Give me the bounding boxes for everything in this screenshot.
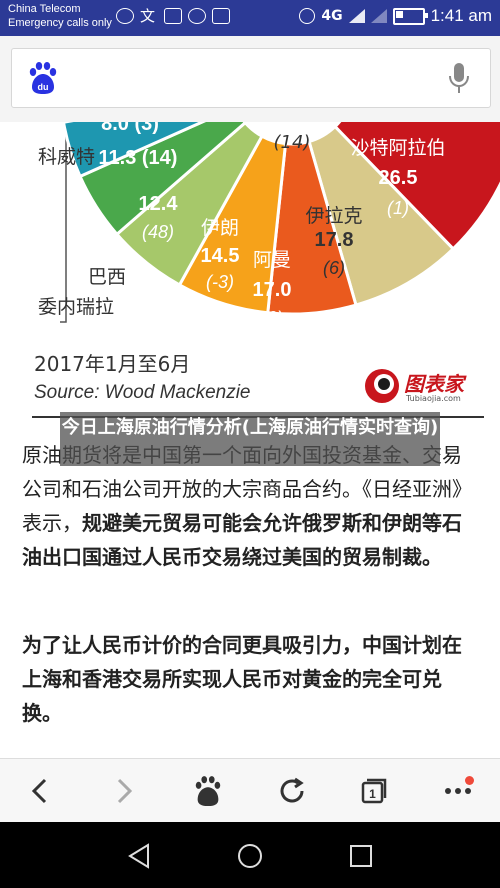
label-venezuela: 委内瑞拉 — [38, 297, 115, 318]
slice-value-1: 17.8 — [315, 229, 354, 251]
system-nav-bar — [0, 822, 500, 888]
vpn-icon — [116, 8, 134, 24]
tabs-button[interactable]: 1 — [354, 771, 394, 811]
slice-change-3: (-3) — [206, 272, 234, 292]
system-back-icon[interactable] — [126, 842, 152, 870]
baidu-logo-text: du — [38, 82, 49, 92]
slice-value-4: 12.4 — [139, 193, 179, 215]
translate-icon: 文 — [140, 7, 156, 25]
baidu-logo-icon: du — [29, 62, 57, 94]
article-paragraph-2: 为了让人民币计价的合同更具吸引力，中国计划在上海和香港交易所实现人民币对黄金的完… — [22, 633, 462, 725]
status-bar: China Telecom Emergency calls only 文 4G … — [0, 0, 500, 36]
slice-value-5: 11.3 (14) — [99, 147, 178, 169]
baidu-home-button[interactable] — [188, 771, 228, 811]
slice-name-2: 阿曼 — [253, 249, 291, 271]
refresh-icon — [280, 777, 304, 803]
forward-arrow-icon — [117, 778, 133, 804]
slice-name-0: 沙特阿拉伯 — [350, 137, 445, 159]
chart-source: Source: Wood Mackenzie — [34, 382, 251, 403]
tubiaojia-logo: 图表家 Tubiaojia.com — [362, 366, 484, 406]
back-button[interactable] — [20, 771, 60, 811]
slice-change-4: (48) — [142, 222, 174, 242]
carrier-name: China Telecom — [8, 3, 81, 15]
system-home-icon[interactable] — [236, 842, 264, 870]
browser-search-bar: du — [0, 36, 500, 122]
svg-text:1: 1 — [369, 787, 376, 801]
network-type: 4G — [321, 8, 343, 24]
slice-change-1: (6) — [323, 258, 345, 278]
browser-bottom-nav: 1 — [0, 758, 500, 823]
baidu-paw-icon — [195, 776, 221, 807]
tabs-icon: 1 — [361, 778, 387, 804]
tubiaojia-en: Tubiaojia.com — [406, 394, 461, 403]
alarm-icon — [299, 8, 316, 24]
notification-badge — [465, 776, 474, 785]
slice-value-3: 14.5 — [201, 245, 240, 267]
emergency-calls-text: Emergency calls only — [8, 17, 112, 29]
slice-value-2: 17.0 — [253, 279, 292, 301]
refresh-button[interactable] — [272, 771, 312, 811]
image-icon — [164, 8, 182, 24]
paragraph-1-bold: 规避美元贸易可能会允许俄罗斯和伊朗等石油出口国通过人民币交易绕过美国的贸易制裁。 — [22, 511, 462, 569]
status-indicators: 4G 1:41 am — [299, 6, 492, 26]
slice-value-6: 8.0 (3) — [101, 122, 159, 135]
more-dots-icon — [445, 788, 471, 794]
slice-value-0: 26.5 — [379, 167, 418, 189]
microphone-icon[interactable] — [448, 62, 470, 94]
notification-icons: 文 — [116, 8, 230, 24]
slice-change-0: (1) — [387, 198, 409, 218]
tubiaojia-cn: 图表家 — [404, 372, 464, 396]
tubiaojia-mark-icon — [365, 369, 399, 403]
carrier-info: China Telecom Emergency calls only — [8, 2, 112, 30]
label-brazil: 巴西 — [88, 267, 127, 288]
keyboard-icon — [212, 8, 230, 24]
center-value-label: (14) — [274, 132, 311, 153]
web-content: (14) 沙特阿拉伯 26.5 (1) 伊拉克 17.8 (6) 阿曼 17.0 (0) 伊朗 14… — [0, 122, 500, 758]
label-kuwait: 科威特 — [38, 147, 96, 168]
system-recents-icon[interactable] — [349, 844, 373, 868]
settings-notif-icon — [188, 8, 206, 24]
slice-change-2: (0) — [261, 308, 283, 328]
signal-weak-icon — [370, 9, 387, 23]
chart-date-range: 2017年1月至6月 — [34, 352, 191, 376]
battery-icon — [392, 7, 428, 25]
back-arrow-icon — [31, 778, 47, 804]
slice-name-3: 伊朗 — [201, 217, 239, 239]
signal-icon — [348, 9, 365, 23]
forward-button[interactable] — [104, 771, 144, 811]
clock: 1:41 am — [430, 6, 492, 25]
slice-name-1: 伊拉克 — [305, 205, 362, 227]
search-input[interactable]: du — [11, 48, 491, 108]
article-title-overlay: 今日上海原油行情分析(上海原油行情实时查询) — [60, 412, 440, 466]
menu-button[interactable] — [438, 771, 478, 811]
